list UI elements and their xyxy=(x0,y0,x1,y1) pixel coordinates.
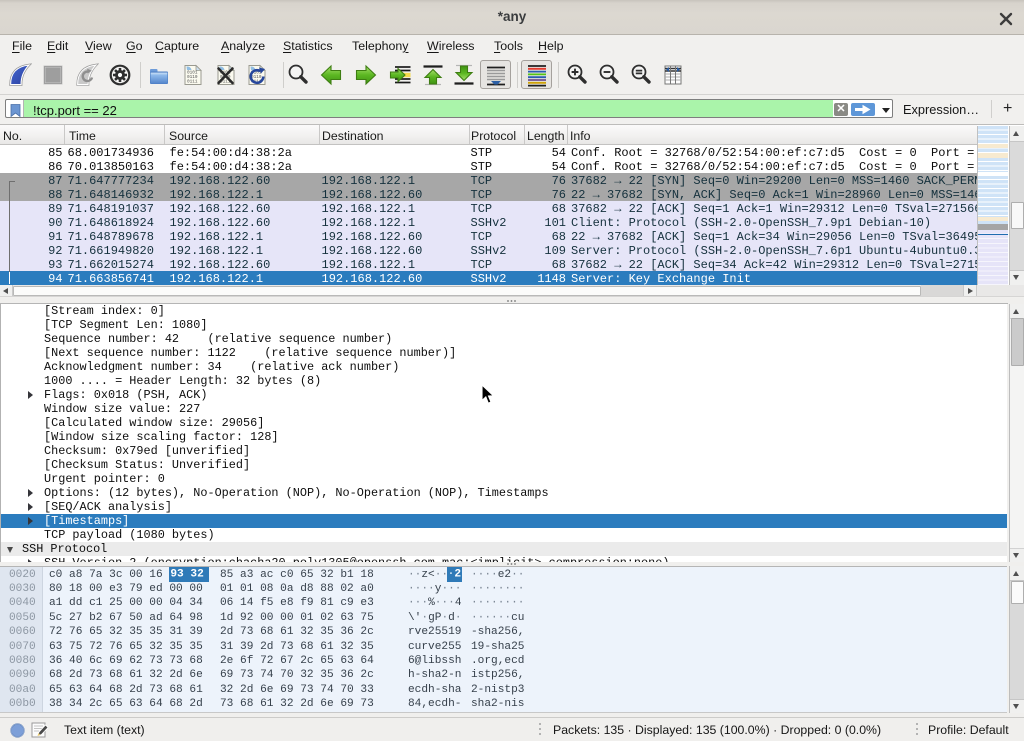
svg-text:0111: 0111 xyxy=(187,80,198,85)
